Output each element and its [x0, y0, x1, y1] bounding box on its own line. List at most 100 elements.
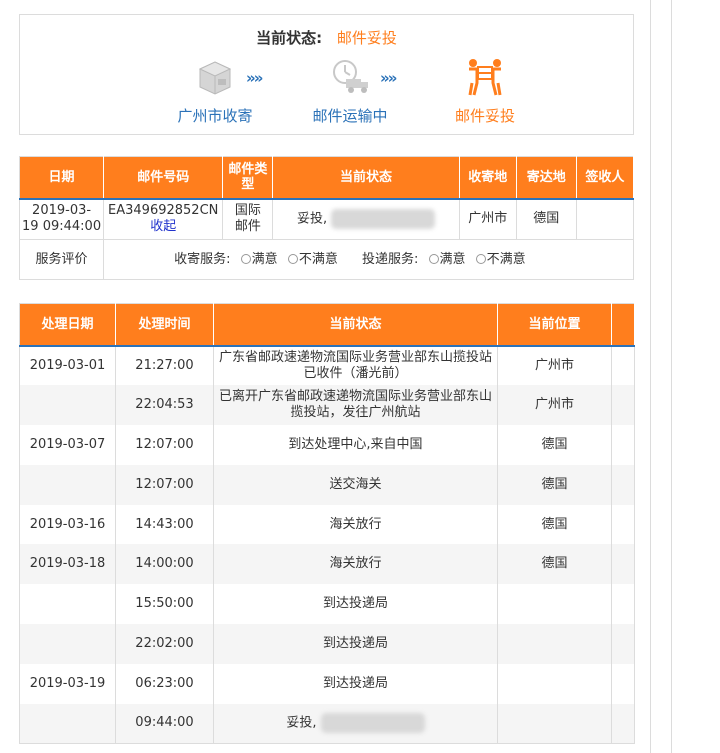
current-status: 当前状态: 邮件妥投	[20, 27, 633, 48]
process-time: 12:07:00	[115, 464, 214, 505]
step-label: 广州市收寄	[177, 107, 253, 125]
process-time: 15:50:00	[115, 584, 214, 625]
pickup-satisfied-radio[interactable]	[240, 253, 251, 264]
process-status: 海关放行	[213, 504, 498, 545]
process-location	[497, 624, 612, 664]
column-header: 收寄地	[459, 156, 517, 200]
step-label: 邮件运输中	[312, 107, 388, 125]
spacer-cell	[612, 346, 635, 386]
box-icon	[198, 61, 232, 95]
mail-type: 国际 邮件	[222, 198, 274, 240]
delivery-unsatisfied-radio[interactable]	[475, 253, 486, 264]
mail-date: 2019-03- 19 09:44:00	[19, 198, 105, 240]
process-location: 德国	[497, 504, 612, 545]
process-date: 2019-03-18	[19, 544, 116, 585]
spacer-cell	[611, 385, 635, 426]
step-delivered: 邮件妥投	[425, 57, 545, 126]
tracking-table: 处理日期 处理时间 当前状态 当前位置 2019-03-01 21:27:00 广东…	[19, 303, 635, 744]
table-row: 12:07:00 送交海关 德国	[19, 464, 635, 505]
process-time: 14:00:00	[115, 544, 214, 585]
column-header: 处理时间	[115, 303, 214, 347]
table-row: 2019-03-07 12:07:00 到达处理中心,来自中国 德国	[19, 425, 635, 465]
process-status: 到达投递局	[213, 624, 498, 664]
table-row: 09:44:00 妥投,	[19, 703, 635, 744]
pickup-rating: 收寄服务: 满意 不满意	[174, 251, 338, 267]
column-header: 当前位置	[497, 303, 612, 347]
table-row: 22:02:00 到达投递局	[19, 624, 635, 664]
process-location: 德国	[497, 544, 612, 585]
process-time: 09:44:00	[115, 703, 214, 744]
table-row: 15:50:00 到达投递局	[19, 584, 635, 625]
collapse-link[interactable]: 收起	[150, 219, 176, 234]
process-location	[497, 703, 612, 744]
process-status: 海关放行	[213, 544, 498, 585]
step-in-transit: 邮件运输中	[290, 57, 410, 126]
page-divider	[650, 0, 651, 753]
service-rating-row: 服务评价 收寄服务: 满意 不满意 投递服务: 满意 不满意	[19, 239, 634, 280]
progress-steps: 广州市收寄 »» 邮件运输中 »» 邮件妥投	[20, 57, 633, 129]
table-header-row: 处理日期 处理时间 当前状态 当前位置	[19, 303, 635, 347]
spacer-cell	[611, 703, 635, 744]
spacer-cell	[611, 624, 635, 664]
process-date	[19, 624, 116, 664]
delivery-satisfied-radio[interactable]	[428, 253, 439, 264]
column-header	[611, 303, 635, 347]
step-label: 邮件妥投	[454, 107, 515, 125]
step-posted: 广州市收寄	[155, 57, 275, 126]
process-status: 妥投,	[213, 703, 498, 744]
redacted-signer	[320, 713, 425, 734]
process-status: 送交海关	[213, 464, 498, 505]
column-header: 签收人	[576, 156, 635, 200]
process-time: 06:23:00	[115, 663, 214, 704]
spacer-cell	[611, 544, 635, 585]
status-panel: 当前状态: 邮件妥投 广州市收寄 »» 邮件运输中 »» 邮件妥投	[19, 14, 634, 135]
spacer-cell	[611, 464, 635, 505]
process-location: 广州市	[497, 345, 612, 386]
table-header-row: 日期 邮件号码 邮件类型 当前状态 收寄地 寄达地 签收人	[19, 156, 635, 200]
process-status: 已离开广东省邮政速递物流国际业务营业部东山揽投站，发往广州航站	[213, 385, 498, 426]
table-row: 2019-03- 19 09:44:00 EA349692852CN 收起 国际邮…	[19, 198, 635, 240]
spacer-cell	[612, 584, 635, 624]
rating-options: 收寄服务: 满意 不满意 投递服务: 满意 不满意	[103, 239, 634, 280]
mail-number-cell: EA349692852CN 收起	[103, 198, 224, 240]
column-header: 日期	[19, 156, 105, 200]
process-date: 2019-03-16	[19, 504, 116, 545]
process-status: 到达投递局	[213, 584, 498, 625]
rating-label: 服务评价	[19, 239, 105, 280]
process-date	[19, 584, 116, 625]
column-header: 邮件类型	[222, 156, 274, 200]
process-status: 到达处理中心,来自中国	[213, 425, 498, 465]
column-header: 寄达地	[516, 156, 577, 200]
table-row: 22:04:53 已离开广东省邮政速递物流国际业务营业部东山揽投站，发往广州航站广…	[19, 385, 635, 426]
page-divider	[671, 0, 672, 753]
process-location	[497, 584, 612, 625]
process-status: 到达投递局	[213, 663, 498, 704]
delivery-person-icon	[468, 59, 502, 96]
process-date: 2019-03-07	[19, 425, 116, 465]
step-arrow-icon: »»	[380, 69, 397, 87]
table-row: 2019-03-16 14:43:00 海关放行 德国	[19, 504, 635, 545]
process-date: 2019-03-01	[19, 345, 116, 386]
process-location: 广州市	[497, 385, 612, 426]
process-location	[497, 663, 612, 704]
truck-clock-icon	[333, 60, 368, 93]
process-date	[19, 385, 116, 426]
process-date	[19, 464, 116, 505]
process-time: 14:43:00	[115, 504, 214, 545]
mail-origin: 广州市	[459, 198, 517, 240]
step-arrow-icon: »»	[246, 69, 263, 87]
process-time: 22:02:00	[115, 624, 214, 664]
pickup-unsatisfied-radio[interactable]	[287, 253, 298, 264]
process-date: 2019-03-19	[19, 663, 116, 704]
mail-destination: 德国	[516, 198, 577, 240]
mail-info-table: 日期 邮件号码 邮件类型 当前状态 收寄地 寄达地 签收人 2019-03- 19…	[19, 156, 635, 280]
spacer-cell	[612, 505, 635, 545]
process-time: 21:27:00	[115, 345, 214, 386]
process-location: 德国	[497, 464, 612, 505]
current-status-label: 当前状态:	[256, 29, 323, 47]
spacer-cell	[612, 425, 635, 465]
process-time: 22:04:53	[115, 385, 214, 426]
table-row: 2019-03-18 14:00:00 海关放行 德国	[19, 544, 635, 585]
process-location: 德国	[497, 425, 612, 465]
mail-status: 妥投,	[272, 198, 460, 240]
